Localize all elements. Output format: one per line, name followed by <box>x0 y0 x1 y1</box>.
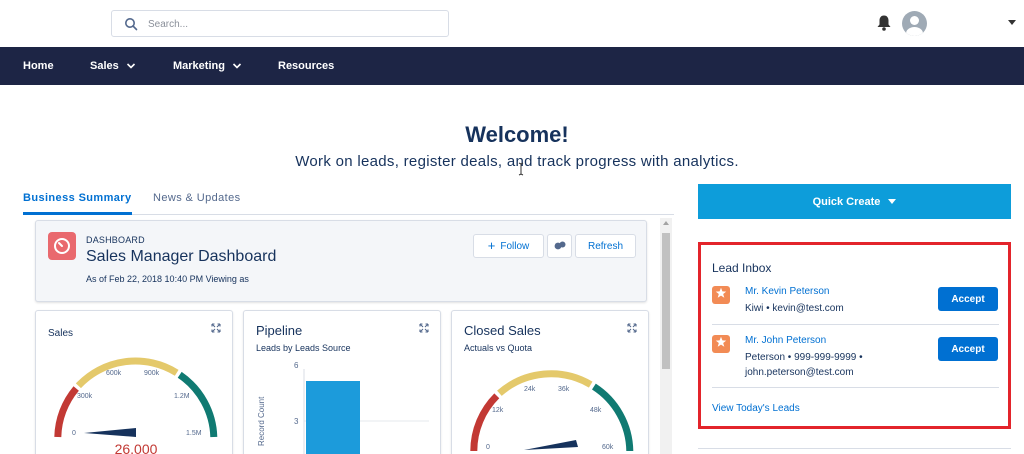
lead-inbox-panel: Lead Inbox Mr. Kevin Peterson Kiwi • kev… <box>698 242 1011 429</box>
sales-gauge: 0 300k 600k 900k 1.2M 1.5M 26,000 <box>54 357 218 454</box>
closed-sales-card: Closed Sales Actuals vs Quota 0 12k 24k … <box>451 310 649 454</box>
nav-item-marketing[interactable]: Marketing <box>173 47 242 85</box>
closed-sales-gauge: 0 12k 24k 36k 48k 60k <box>470 370 634 452</box>
dashboard-meta: As of Feb 22, 2018 10:40 PM Viewing as <box>86 274 249 284</box>
dashboard-title: Sales Manager Dashboard <box>86 248 277 265</box>
refresh-button[interactable]: Refresh <box>575 234 636 258</box>
lead-name-link[interactable]: Mr. Kevin Peterson <box>745 286 829 297</box>
gauge-tick-label: 0 <box>486 444 490 451</box>
divider <box>712 387 999 388</box>
gauge-band-low <box>470 393 500 452</box>
followers-button[interactable] <box>547 234 572 258</box>
nav-item-label: Resources <box>278 60 335 72</box>
gauge-tick-label: 48k <box>590 407 602 414</box>
welcome-subtitle: Work on leads, register deals, and track… <box>295 153 739 170</box>
search-input[interactable] <box>148 16 438 32</box>
lead-name-link[interactable]: Mr. John Peterson <box>745 335 826 346</box>
gauge-band-high <box>591 383 634 452</box>
accept-button[interactable]: Accept <box>938 337 998 361</box>
summary-tabs: Business Summary News & Updates <box>23 189 674 215</box>
gauge-tick-label: 900k <box>144 370 160 377</box>
gauge-needle <box>524 440 578 450</box>
bar <box>306 381 360 454</box>
nav-item-label: Marketing <box>173 60 225 72</box>
top-header <box>0 0 1024 47</box>
gauge-band-mid <box>75 357 179 389</box>
user-avatar[interactable] <box>902 11 927 36</box>
gauge-band-high <box>177 371 218 438</box>
scrollbar-thumb[interactable] <box>662 233 670 369</box>
lead-detail: Peterson • 999-999-9999 • john.peterson@… <box>745 352 863 378</box>
y-tick-label: 3 <box>294 417 299 426</box>
plus-icon: + <box>487 238 496 253</box>
lead-icon <box>712 335 730 353</box>
chevron-down-icon <box>232 63 242 69</box>
follow-label: Follow <box>500 240 530 252</box>
gauge-tick-label: 60k <box>602 444 614 451</box>
dashboard-panel: DASHBOARD Sales Manager Dashboard As of … <box>23 215 674 454</box>
gauge-tick-label: 600k <box>106 370 122 377</box>
gauge-tick-label: 300k <box>77 393 93 400</box>
nav-item-label: Sales <box>90 60 119 72</box>
lead-inbox-title: Lead Inbox <box>712 261 772 275</box>
dashboard-icon <box>48 232 76 260</box>
dashboard-eyebrow: DASHBOARD <box>86 235 145 245</box>
tab-business-summary[interactable]: Business Summary <box>23 189 132 215</box>
gauge-tick-label: 0 <box>72 430 76 437</box>
gauge-value: 26,000 <box>115 441 158 454</box>
chevron-down-icon <box>126 63 135 69</box>
gauge-band-mid <box>497 370 593 396</box>
view-todays-leads-link[interactable]: View Today's Leads <box>712 403 800 414</box>
pipeline-bar-chart: Record Count 6 3 <box>257 361 429 454</box>
lead-icon <box>712 286 730 304</box>
welcome-title: Welcome! <box>465 122 569 147</box>
gauge-tick-label: 1.2M <box>174 393 190 400</box>
quick-create-label: Quick Create <box>812 195 881 208</box>
notification-bell-icon[interactable] <box>876 14 892 32</box>
nav-item-label: Home <box>23 60 54 72</box>
follow-button[interactable]: + Follow <box>473 234 544 258</box>
next-panel-edge <box>698 448 1011 454</box>
lead-detail: Kiwi • kevin@test.com <box>745 303 844 314</box>
nav-item-sales[interactable]: Sales <box>90 47 136 85</box>
user-menu-chevron-icon[interactable] <box>1008 20 1016 25</box>
accept-button[interactable]: Accept <box>938 287 998 311</box>
gauge-tick-label: 24k <box>524 386 536 393</box>
scroll-up-arrow-icon[interactable] <box>663 221 669 225</box>
tab-news-updates[interactable]: News & Updates <box>153 189 241 215</box>
quick-create-button[interactable]: Quick Create <box>698 184 1011 219</box>
search-box[interactable] <box>111 10 449 37</box>
people-icon <box>554 241 565 250</box>
y-tick-label: 6 <box>294 361 299 370</box>
dashboard-scrollbar[interactable] <box>660 218 672 454</box>
search-icon <box>125 18 138 31</box>
gauge-needle <box>84 428 136 437</box>
gauge-tick-label: 1.5M <box>186 430 202 437</box>
nav-item-home[interactable]: Home <box>23 47 54 85</box>
caret-down-icon <box>888 199 897 204</box>
pipeline-card: Pipeline Leads by Leads Source Record Co… <box>243 310 441 454</box>
text-cursor-icon <box>518 162 524 176</box>
nav-item-resources[interactable]: Resources <box>278 47 334 85</box>
divider <box>712 324 999 325</box>
gauge-tick-label: 36k <box>558 386 570 393</box>
gauge-tick-label: 12k <box>492 407 504 414</box>
sales-card: Sales 0 300k 600k 900k 1.2M 1.5M 26,000 <box>35 310 233 454</box>
dashboard-header: DASHBOARD Sales Manager Dashboard As of … <box>35 220 647 302</box>
main-nav: Home Sales Marketing Resources <box>0 47 1024 85</box>
axis-label-y: Record Count <box>257 396 266 446</box>
